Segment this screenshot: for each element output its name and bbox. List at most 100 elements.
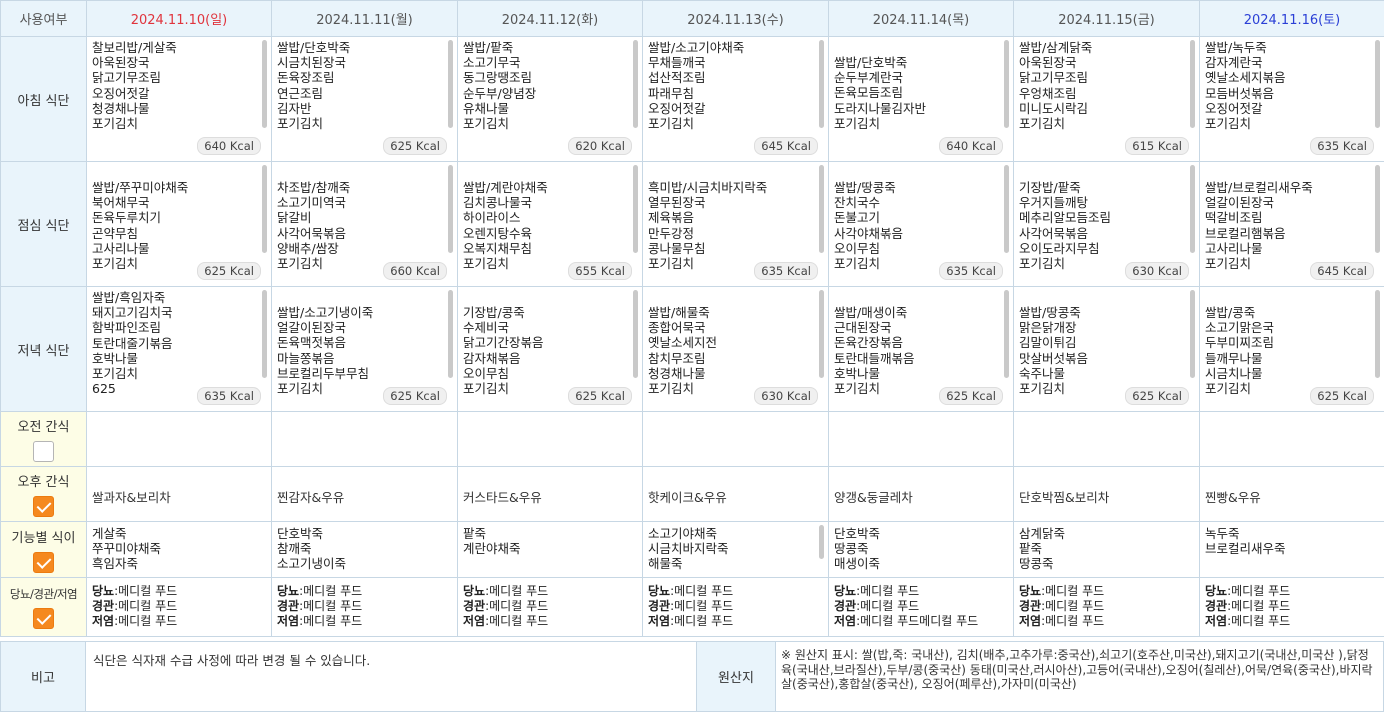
- scrollbar[interactable]: [1190, 40, 1195, 128]
- meal-cell: 쌀밥/삼계닭죽 아욱된장국 닭고기무조림 우엉채조림 미니도시락김 포기김치 61…: [1013, 36, 1200, 162]
- meal-cell: 쌀밥/녹두죽 감자계란국 옛날소세지볶음 모듬버섯볶음 오징어젓갈 포기김치 63…: [1199, 36, 1384, 162]
- snack-text: 커스타드&우유: [463, 490, 542, 505]
- diet-value-tube: :메디컬 푸드: [485, 599, 549, 613]
- functional-cell-content: 팥죽 계란야채죽: [458, 522, 642, 577]
- snack-am-checkbox[interactable]: [33, 441, 54, 462]
- diet-value-diabetic: :메디컬 푸드: [299, 584, 363, 598]
- menu-text: 쌀밥/콩죽 소고기맑은국 두부미찌조림 들깨무나물 시금치나물 포기김치: [1205, 305, 1275, 397]
- functional-text: 팥죽 계란야채죽: [463, 526, 521, 557]
- usage-header: 사용여부: [0, 0, 87, 37]
- scrollbar[interactable]: [819, 525, 824, 559]
- kcal-badge: 635 Kcal: [754, 262, 818, 280]
- diet-cell: 당뇨:메디컬 푸드 경관:메디컬 푸드 저염:메디컬 푸드: [1199, 577, 1384, 637]
- meal-cell-content: 쌀밥/소고기야채죽 무채들깨국 섭산적조림 파래무침 오징어젓갈 포기김치 645…: [643, 37, 828, 161]
- menu-text: 쌀밥/매생이죽 근대된장국 돈육간장볶음 토란대들깨볶음 호박나물 포기김치: [834, 305, 915, 397]
- scrollbar[interactable]: [819, 40, 824, 128]
- diet-cell: 당뇨:메디컬 푸드 경관:메디컬 푸드 저염:메디컬 푸드: [642, 577, 829, 637]
- scrollbar[interactable]: [1004, 40, 1009, 128]
- diet-cell: 당뇨:메디컬 푸드 경관:메디컬 푸드 저염:메디컬 푸드: [271, 577, 458, 637]
- meal-cell-content: 쌀밥/브로컬리새우죽 얼갈이된장국 떡갈비조림 브로컬리햄볶음 고사리나물 포기…: [1200, 162, 1384, 286]
- diet-value-tube: :메디컬 푸드: [299, 599, 363, 613]
- diet-text: 당뇨:메디컬 푸드 경관:메디컬 푸드 저염:메디컬 푸드메디컬 푸드: [829, 578, 1013, 629]
- snack-am-cell: [642, 411, 829, 467]
- menu-text: 쌀밥/땅콩죽 맑은닭개장 김말이튀김 맛살버섯볶음 숙주나물 포기김치: [1019, 305, 1089, 397]
- row-label-breakfast: 아침 식단: [0, 36, 87, 162]
- diet-value-diabetic: :메디컬 푸드: [485, 584, 549, 598]
- diet-label-tube: 경관: [277, 599, 300, 613]
- diet-value-tube: :메디컬 푸드: [1041, 599, 1105, 613]
- snack-pm-checkbox[interactable]: [33, 496, 54, 517]
- scrollbar[interactable]: [1190, 165, 1195, 253]
- snack-pm-cell: 커스타드&우유: [457, 466, 643, 522]
- diet-label-diabetic: 당뇨: [834, 584, 857, 598]
- date-header: 2024.11.13(수): [642, 0, 829, 37]
- row-label-functional: 기능별 식이: [0, 521, 87, 578]
- meal-plan-table: 사용여부 2024.11.10(일) 2024.11.11(월) 2024.11…: [0, 0, 1384, 637]
- diet-value-diabetic: :메디컬 푸드: [1227, 584, 1291, 598]
- snack-pm-cell: 찐빵&우유: [1199, 466, 1384, 522]
- functional-text: 게살죽 쭈꾸미야채죽 흑임자죽: [92, 526, 162, 572]
- functional-cell: 팥죽 계란야채죽: [457, 521, 643, 578]
- menu-text: 기장밥/콩죽 수제비국 닭고기간장볶음 감자채볶음 오이무침 포기김치: [463, 305, 544, 397]
- scrollbar[interactable]: [448, 40, 453, 128]
- snack-pm-cell: 핫케이크&우유: [642, 466, 829, 522]
- scrollbar[interactable]: [633, 40, 638, 128]
- diet-label-tube: 경관: [648, 599, 671, 613]
- scrollbar[interactable]: [633, 290, 638, 378]
- diet-value-lowsalt: :메디컬 푸드: [1227, 614, 1291, 628]
- diet-value-lowsalt: :메디컬 푸드: [299, 614, 363, 628]
- meal-cell-content: 쌀밥/팥죽 소고기무국 동그랑땡조림 순두부/양념장 유채나물 포기김치 620 …: [458, 37, 642, 161]
- diet-label-lowsalt: 저염: [1019, 614, 1042, 628]
- diet-label-lowsalt: 저염: [463, 614, 486, 628]
- meal-cell: 쌀밥/해물죽 종합어묵국 옛날소세지전 참치무조림 청경채나물 포기김치 630 …: [642, 286, 829, 412]
- note-box: 비고 식단은 식자재 수급 사정에 따라 변경 될 수 있습니다. 원산지 ※ …: [0, 641, 1384, 712]
- menu-text: 쌀밥/소고기냉이죽 얼갈이된장국 돈육맥젓볶음 마늘쫑볶음 브로컬리두부무침 포…: [277, 305, 374, 397]
- kcal-badge: 625 Kcal: [568, 387, 632, 405]
- scrollbar[interactable]: [1190, 290, 1195, 378]
- scrollbar[interactable]: [819, 165, 824, 253]
- diet-checkbox[interactable]: [33, 607, 54, 629]
- kcal-badge: 655 Kcal: [568, 262, 632, 280]
- kcal-badge: 625 Kcal: [197, 262, 261, 280]
- kcal-badge: 625 Kcal: [1125, 387, 1189, 405]
- scrollbar[interactable]: [1004, 290, 1009, 378]
- meal-cell: 기장밥/콩죽 수제비국 닭고기간장볶음 감자채볶음 오이무침 포기김치 625 K…: [457, 286, 643, 412]
- scrollbar[interactable]: [448, 290, 453, 378]
- row-label-dinner: 저녁 식단: [0, 286, 87, 412]
- menu-text: 쌀밥/단호박죽 시금치된장국 돈육장조림 연근조림 김자반 포기김치: [277, 40, 351, 132]
- scrollbar[interactable]: [1375, 290, 1380, 378]
- scrollbar[interactable]: [448, 165, 453, 253]
- kcal-badge: 645 Kcal: [754, 137, 818, 155]
- diet-line-diabetic: 당뇨:메디컬 푸드: [834, 584, 1013, 599]
- meal-cell-content: 찰보리밥/게살죽 아욱된장국 닭고기무조림 오징어젓갈 청경채나물 포기김치 64…: [87, 37, 271, 161]
- scrollbar[interactable]: [1375, 40, 1380, 128]
- scrollbar[interactable]: [262, 165, 267, 253]
- menu-text: 쌀밥/팥죽 소고기무국 동그랑땡조림 순두부/양념장 유채나물 포기김치: [463, 40, 537, 132]
- scrollbar[interactable]: [633, 165, 638, 253]
- diet-line-lowsalt: 저염:메디컬 푸드: [1019, 614, 1199, 629]
- origin-label: 원산지: [696, 642, 776, 711]
- diet-line-diabetic: 당뇨:메디컬 푸드: [1019, 584, 1199, 599]
- origin-text: ※ 원산지 표시: 쌀(밥,죽: 국내산), 김치(배추,고추가루:중국산),쇠…: [781, 648, 1373, 692]
- snack-text: 단호박찜&보리차: [1019, 490, 1110, 505]
- functional-cell-content: 게살죽 쭈꾸미야채죽 흑임자죽: [87, 522, 271, 577]
- row-label-lunch: 점심 식단: [0, 161, 87, 287]
- functional-cell: 단호박죽 땅콩죽 매생이죽: [828, 521, 1014, 578]
- meal-cell-content: 쌀밥/해물죽 종합어묵국 옛날소세지전 참치무조림 청경채나물 포기김치 630 …: [643, 287, 828, 411]
- scrollbar[interactable]: [1004, 165, 1009, 253]
- functional-cell-content: 단호박죽 참깨죽 소고기냉이죽: [272, 522, 457, 577]
- diet-text: 당뇨:메디컬 푸드 경관:메디컬 푸드 저염:메디컬 푸드: [272, 578, 457, 629]
- snack-pm-cell: 단호박찜&보리차: [1013, 466, 1200, 522]
- scrollbar[interactable]: [262, 290, 267, 378]
- diet-label-tube: 경관: [92, 599, 115, 613]
- snack-text: 쌀과자&보리차: [92, 490, 171, 505]
- functional-checkbox[interactable]: [33, 551, 54, 573]
- meal-cell-content: 기장밥/팥죽 우거지들깨탕 메추리알모듬조림 사각어묵볶음 오이도라지무침 포기…: [1014, 162, 1199, 286]
- scrollbar[interactable]: [819, 290, 824, 378]
- meal-cell-content: 쌀밥/콩죽 소고기맑은국 두부미찌조림 들깨무나물 시금치나물 포기김치 625 …: [1200, 287, 1384, 411]
- snack-am-cell: [1199, 411, 1384, 467]
- row-label-diet: 당뇨/경관/저염: [0, 577, 87, 637]
- scrollbar[interactable]: [1375, 165, 1380, 253]
- functional-cell: 단호박죽 참깨죽 소고기냉이죽: [271, 521, 458, 578]
- scrollbar[interactable]: [262, 40, 267, 128]
